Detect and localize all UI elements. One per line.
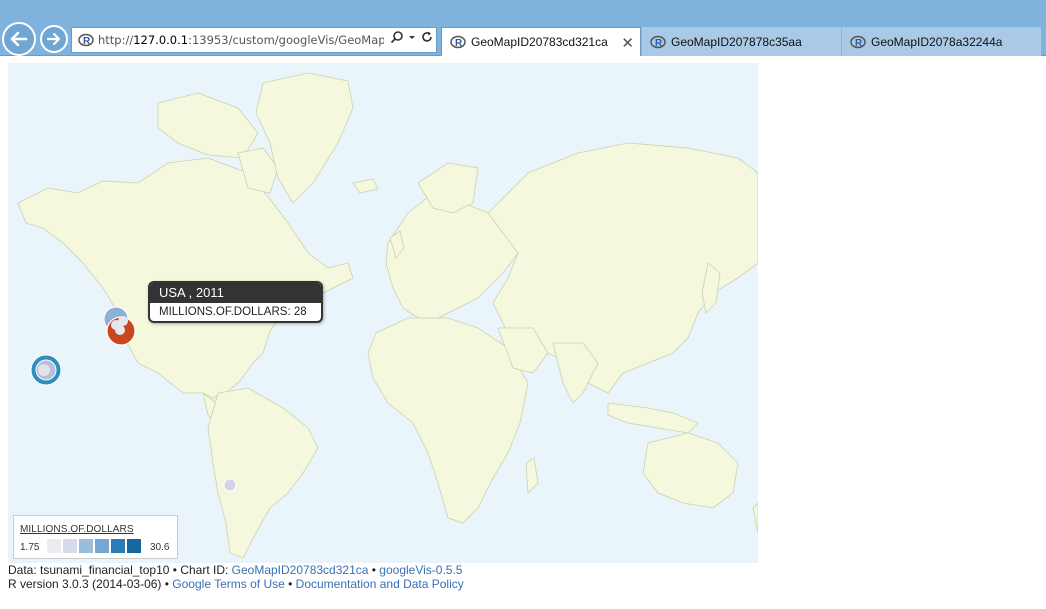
legend-swatch bbox=[127, 539, 141, 553]
r-logo-icon: R bbox=[650, 35, 666, 49]
tab-title: GeoMapID207878c35aa bbox=[671, 34, 802, 49]
browser-toolbar: R http://127.0.0.1:13953/custom/googleVi… bbox=[0, 0, 1046, 56]
refresh-icon[interactable] bbox=[420, 30, 434, 44]
legend-swatch bbox=[95, 539, 109, 553]
madagascar-land bbox=[525, 457, 539, 494]
close-tab-icon[interactable]: ✕ bbox=[621, 34, 634, 52]
terms-link[interactable]: Google Terms of Use bbox=[172, 577, 285, 591]
indonesia-land bbox=[607, 402, 699, 434]
svg-text:R: R bbox=[655, 38, 663, 49]
footer-r-version: R version 3.0.3 (2014-03-06) • bbox=[8, 577, 173, 591]
legend-swatch bbox=[111, 539, 125, 553]
new-zealand-land bbox=[752, 502, 758, 534]
legend-swatch bbox=[79, 539, 93, 553]
r-logo-icon: R bbox=[78, 33, 94, 47]
googlevis-link[interactable]: googleVis-0.5.5 bbox=[379, 563, 462, 577]
marker-hawaii[interactable] bbox=[30, 354, 62, 386]
australia-land bbox=[642, 432, 739, 509]
search-icon[interactable] bbox=[390, 30, 404, 44]
chart-id-link[interactable]: GeoMapID20783cd321ca bbox=[232, 563, 369, 577]
north-america-land bbox=[17, 157, 354, 399]
tab-title: GeoMapID2078a32244a bbox=[871, 34, 1003, 49]
tab-geomap-2[interactable]: R GeoMapID207878c35aa bbox=[641, 27, 841, 56]
marker-tooltip: USA , 2011 MILLIONS.OF.DOLLARS: 28 bbox=[148, 281, 323, 323]
arctic-islands-land bbox=[157, 92, 259, 159]
svg-text:R: R bbox=[455, 38, 463, 49]
back-arrow-icon bbox=[10, 31, 28, 47]
color-legend: MILLIONS.OF.DOLLARS 1.75 30.6 bbox=[13, 515, 178, 559]
legend-min: 1.75 bbox=[20, 542, 40, 553]
geo-map[interactable]: USA , 2011 MILLIONS.OF.DOLLARS: 28 bbox=[8, 63, 758, 563]
tab-geomap-3[interactable]: R GeoMapID2078a32244a bbox=[841, 27, 1041, 56]
r-logo-icon: R bbox=[450, 35, 466, 49]
documentation-link[interactable]: Documentation and Data Policy bbox=[296, 577, 464, 591]
svg-text:R: R bbox=[83, 36, 91, 47]
legend-swatch bbox=[63, 539, 77, 553]
address-bar[interactable]: R http://127.0.0.1:13953/custom/googleVi… bbox=[71, 27, 437, 53]
forward-arrow-icon bbox=[46, 32, 61, 46]
tooltip-title: USA , 2011 bbox=[150, 283, 321, 303]
legend-title: MILLIONS.OF.DOLLARS bbox=[20, 524, 134, 535]
legend-color-scale bbox=[47, 539, 143, 553]
south-america-land bbox=[207, 387, 319, 559]
footer-separator: • bbox=[368, 563, 380, 577]
legend-max: 30.6 bbox=[150, 542, 170, 553]
footer-line-1: Data: tsunami_financial_top10 • Chart ID… bbox=[8, 563, 464, 577]
forward-button[interactable] bbox=[40, 25, 68, 53]
footer-line-2: R version 3.0.3 (2014-03-06) • Google Te… bbox=[8, 577, 464, 591]
africa-land bbox=[367, 317, 529, 524]
footer-separator: • bbox=[284, 577, 296, 591]
dropdown-arrow-icon[interactable] bbox=[408, 30, 416, 44]
r-logo-icon: R bbox=[850, 35, 866, 49]
back-button[interactable] bbox=[2, 22, 36, 56]
world-map bbox=[17, 72, 758, 559]
url-text: http://127.0.0.1:13953/custom/googleVis/… bbox=[98, 33, 384, 47]
legend-swatch bbox=[47, 539, 61, 553]
tab-title: GeoMapID20783cd321ca bbox=[471, 35, 608, 49]
iceland-land bbox=[352, 178, 379, 194]
marker-chile[interactable] bbox=[223, 478, 237, 492]
tooltip-value: MILLIONS.OF.DOLLARS: 28 bbox=[159, 306, 307, 318]
svg-text:R: R bbox=[855, 38, 863, 49]
tab-geomap-1[interactable]: R GeoMapID20783cd321ca ✕ bbox=[441, 27, 641, 56]
chart-footer: Data: tsunami_financial_top10 • Chart ID… bbox=[8, 563, 464, 591]
footer-data-text: Data: tsunami_financial_top10 • Chart ID… bbox=[8, 563, 232, 577]
